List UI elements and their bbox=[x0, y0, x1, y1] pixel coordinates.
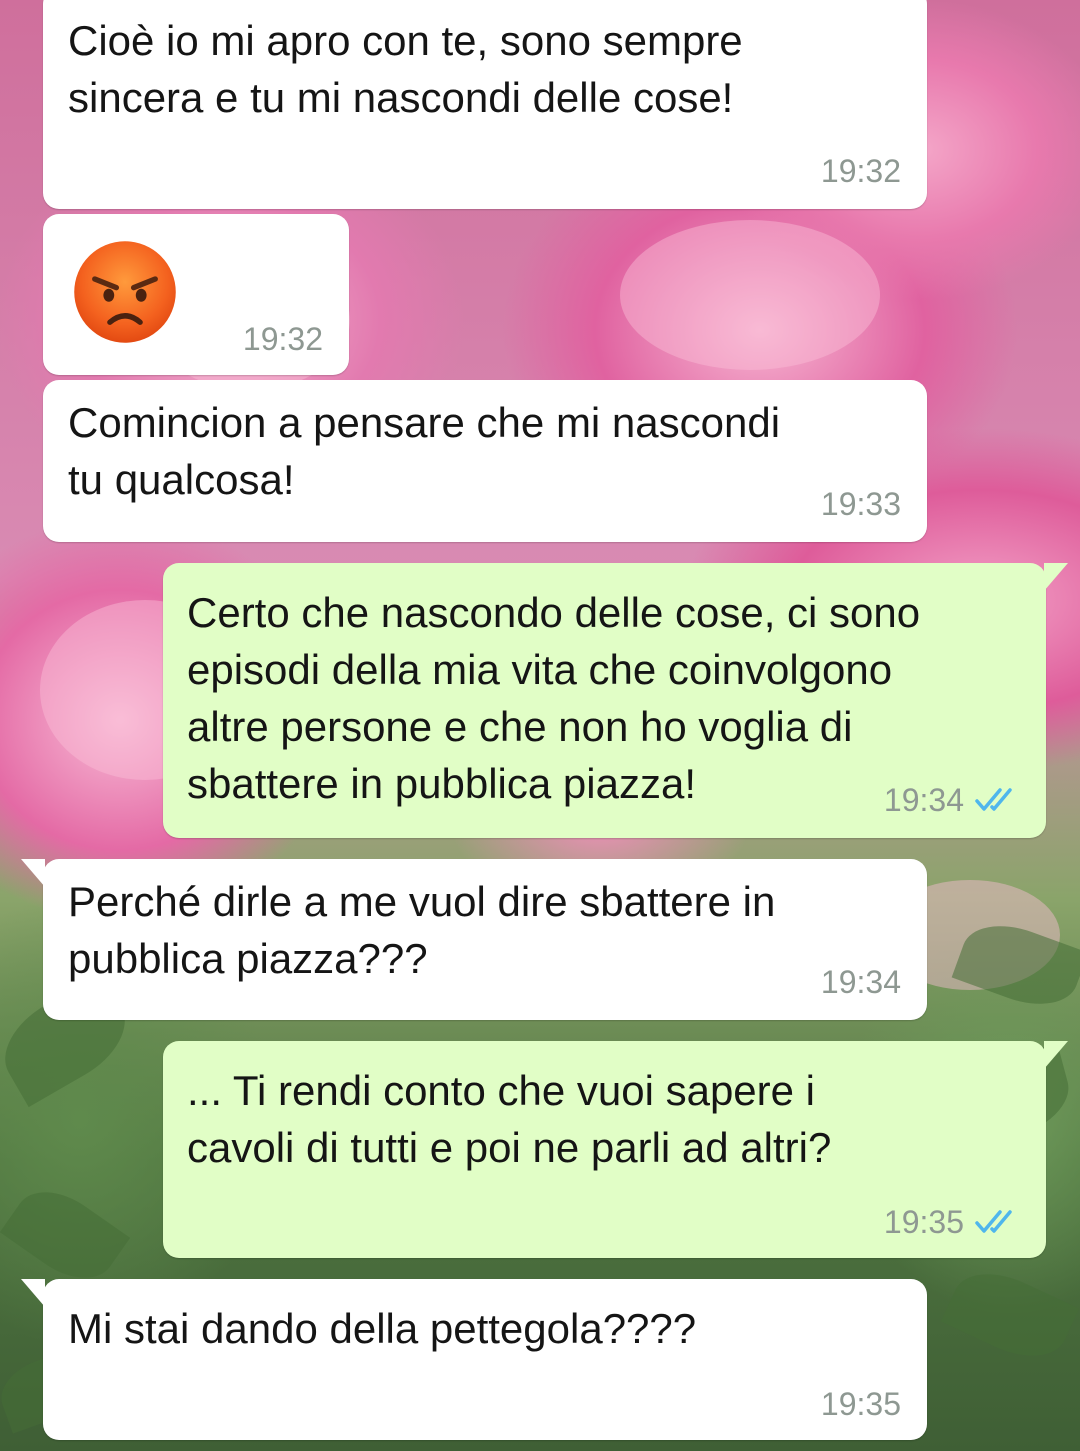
message-time: 19:32 bbox=[820, 153, 901, 189]
message-meta: 19:32 bbox=[821, 153, 901, 189]
message-bubble-incoming[interactable]: Perché dirle a me vuol dire sbattere in … bbox=[21, 859, 927, 1020]
message-meta: 19:34 bbox=[821, 964, 901, 1000]
message-text: Perché dirle a me vuol dire sbattere in … bbox=[68, 878, 776, 982]
message-meta: 19:33 bbox=[821, 486, 901, 522]
message-text: Cioè io mi apro con te, sono sempre sinc… bbox=[68, 17, 743, 121]
message-bubble-incoming[interactable]: Mi stai dando della pettegola???? 19:35 bbox=[21, 1279, 927, 1440]
bubble-tail bbox=[1044, 1041, 1068, 1069]
read-ticks-icon bbox=[975, 788, 1012, 811]
message-text: Certo che nascondo delle cose, ci sono e… bbox=[187, 589, 921, 807]
message-time: 19:34 bbox=[820, 964, 901, 1000]
message-bubble-incoming[interactable]: Cioè io mi apro con te, sono sempre sinc… bbox=[43, 0, 927, 209]
read-ticks-icon bbox=[975, 1210, 1012, 1233]
angry-face-icon bbox=[74, 241, 176, 343]
message-bubble-outgoing[interactable]: ... Ti rendi conto che vuoi sapere i cav… bbox=[163, 1041, 1068, 1258]
message-bubble-incoming[interactable]: 19:32 bbox=[43, 214, 349, 375]
message-meta: 19:35 bbox=[884, 1204, 1022, 1240]
message-meta: 19:32 bbox=[243, 321, 323, 357]
message-time: 19:35 bbox=[883, 1204, 964, 1240]
message-bubble-incoming[interactable]: Comincion a pensare che mi nascondi tu q… bbox=[43, 380, 927, 542]
message-meta: 19:35 bbox=[821, 1386, 901, 1422]
message-bubble-outgoing[interactable]: Certo che nascondo delle cose, ci sono e… bbox=[163, 563, 1068, 838]
message-text: ... Ti rendi conto che vuoi sapere i cav… bbox=[187, 1067, 832, 1171]
message-text: Mi stai dando della pettegola???? bbox=[68, 1305, 697, 1352]
message-list: Cioè io mi apro con te, sono sempre sinc… bbox=[0, 0, 1080, 1451]
message-time: 19:32 bbox=[242, 321, 323, 357]
message-time: 19:35 bbox=[820, 1386, 901, 1422]
message-time: 19:34 bbox=[883, 782, 964, 818]
bubble-tail bbox=[21, 859, 45, 887]
message-text: Comincion a pensare che mi nascondi tu q… bbox=[68, 399, 781, 503]
bubble-tail bbox=[1044, 563, 1068, 591]
message-time: 19:33 bbox=[820, 486, 901, 522]
bubble-tail bbox=[21, 1279, 45, 1307]
message-meta: 19:34 bbox=[884, 782, 1022, 818]
